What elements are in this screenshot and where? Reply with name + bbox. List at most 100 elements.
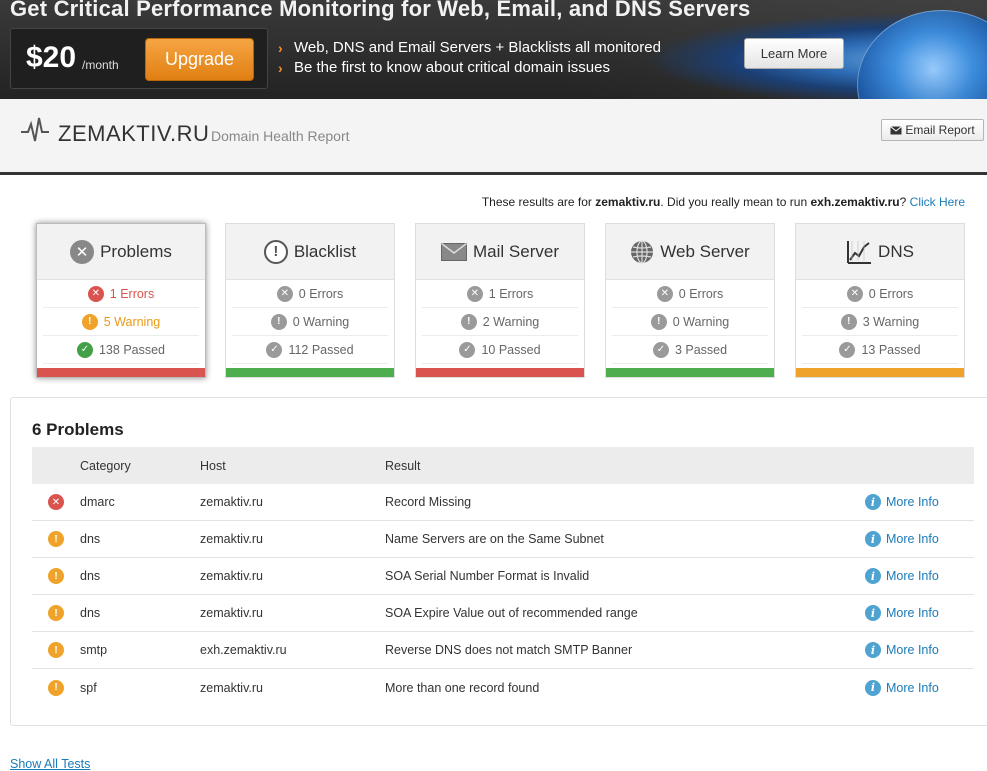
row-host: exh.zemaktiv.ru [200,643,287,657]
card-errors-row: ✕ 0 Errors [612,280,768,308]
row-result: Reverse DNS does not match SMTP Banner [385,643,633,657]
error-icon: ✕ [656,285,673,302]
banner-title: Get Critical Performance Monitoring for … [10,0,751,21]
more-info-link[interactable]: i More Info [865,494,974,510]
results-prefix: These results are for [481,195,592,209]
table-header: Category Host Result [32,447,974,484]
card-title: DNS [878,241,914,261]
check-icon: ✓ [459,341,476,358]
card-mail-server[interactable]: Mail Server ✕ 1 Errors ! 2 Warning ✓ 10 Pas… [415,223,585,378]
globe-icon [631,239,654,264]
warning-icon: ! [460,313,477,330]
card-errors-row: ✕ 1 Errors [43,280,199,308]
card-warning: 0 Warning [292,314,350,329]
results-suggested-domain: exh.zemaktiv.ru [810,195,900,209]
card-web-server[interactable]: Web Server ✕ 0 Errors ! 0 Warning ✓ 3 Passe… [605,223,775,378]
check-icon: ✓ [839,341,856,358]
table-row: ! spf zemaktiv.ru More than one record f… [32,669,974,706]
banner-bullets: › Web, DNS and Email Servers + Blacklist… [278,38,661,78]
card-problems[interactable]: ✕ Problems ✕ 1 Errors ! 5 Warning ✓ 138 Pas… [36,223,206,378]
show-all-tests-link[interactable]: Show All Tests [10,757,90,771]
card-dns[interactable]: DNS ✕ 0 Errors ! 3 Warning ✓ 13 Passed [795,223,965,378]
warning-icon: ! [48,679,64,696]
upgrade-button[interactable]: Upgrade [145,38,254,81]
card-header: DNS [796,224,964,280]
x-circle-icon: ✕ [70,239,95,264]
more-info-link[interactable]: i More Info [865,642,974,658]
row-category: dns [80,606,101,620]
row-result: More than one record found [385,680,540,695]
row-result: Record Missing [385,495,472,509]
banner-bullet-text: Web, DNS and Email Servers + Blacklists … [294,39,661,56]
row-host: zemaktiv.ru [200,680,263,695]
info-icon: i [865,568,881,584]
banner-bullet: › Web, DNS and Email Servers + Blacklist… [278,38,661,58]
warning-icon: ! [81,313,98,330]
click-here-link[interactable]: Click Here [910,195,965,209]
row-host: zemaktiv.ru [200,532,263,546]
more-info-link[interactable]: i More Info [865,568,974,584]
error-icon: ✕ [276,285,293,302]
card-passed: 138 Passed [98,342,166,357]
learn-more-button[interactable]: Learn More [744,38,844,69]
more-info-link[interactable]: i More Info [865,679,974,696]
card-title: Mail Server [473,241,559,261]
card-title: Problems [100,241,172,261]
email-report-label: Email Report [905,123,975,137]
table-row: ! dns zemaktiv.ru SOA Serial Number Form… [32,558,974,595]
error-icon: ✕ [466,285,483,302]
card-passed-row: ✓ 3 Passed [612,336,768,364]
warning-icon: ! [650,313,667,330]
promo-banner: Get Critical Performance Monitoring for … [0,0,987,99]
row-category: smtp [80,643,108,657]
check-icon: ✓ [266,341,283,358]
results-suffix: ? [899,195,907,209]
results-notice: These results are for zemaktiv.ru. Did y… [482,195,965,209]
warning-icon: ! [48,605,64,621]
card-passed: 13 Passed [861,342,921,357]
error-icon: ✕ [48,494,64,510]
email-report-button[interactable]: Email Report [881,119,984,141]
card-warning-row: ! 5 Warning [43,308,199,336]
card-title: Web Server [660,241,750,261]
info-icon: i [865,531,881,547]
envelope-icon [890,125,903,134]
more-info-label: More Info [886,643,939,657]
card-warning: 3 Warning [862,314,920,329]
card-warning-row: ! 0 Warning [232,308,388,336]
card-errors: 0 Errors [678,286,724,301]
card-blacklist[interactable]: ! Blacklist ✕ 0 Errors ! 0 Warning ✓ 112 Pa… [225,223,395,378]
heartbeat-logo-icon [21,117,49,142]
info-icon: i [865,494,881,510]
status-bar [37,368,205,377]
result-column-header: Result [385,458,421,473]
more-info-label: More Info [886,532,939,546]
problems-title: 6 Problems [32,420,124,439]
row-category: dmarc [80,495,115,509]
category-column-header: Category [80,458,131,473]
error-icon: ✕ [87,285,104,302]
table-row: ! smtp exh.zemaktiv.ru Reverse DNS does … [32,632,974,669]
card-passed: 10 Passed [481,342,541,357]
more-info-link[interactable]: i More Info [865,605,974,621]
card-passed-row: ✓ 13 Passed [802,336,958,364]
status-bar [796,368,964,377]
card-passed: 112 Passed [288,342,354,357]
card-passed: 3 Passed [674,342,728,357]
table-row: ! dns zemaktiv.ru SOA Expire Value out o… [32,595,974,632]
card-errors: 1 Errors [109,286,155,301]
warning-icon: ! [48,531,64,547]
row-category: dns [80,569,101,583]
info-icon: i [865,679,881,696]
more-info-link[interactable]: i More Info [865,531,974,547]
card-errors-row: ✕ 1 Errors [422,280,578,308]
logo-domain-name[interactable]: ZEMAKTIV.RU [58,121,209,147]
banner-bullet: › Be the first to know about critical do… [278,58,661,78]
row-category: dns [80,532,101,546]
card-title: Blacklist [293,241,357,261]
card-header: ! Blacklist [226,224,394,280]
card-passed-row: ✓ 138 Passed [43,336,199,364]
more-info-label: More Info [886,680,939,695]
row-result: Name Servers are on the Same Subnet [385,532,604,546]
card-errors: 1 Errors [488,286,534,301]
